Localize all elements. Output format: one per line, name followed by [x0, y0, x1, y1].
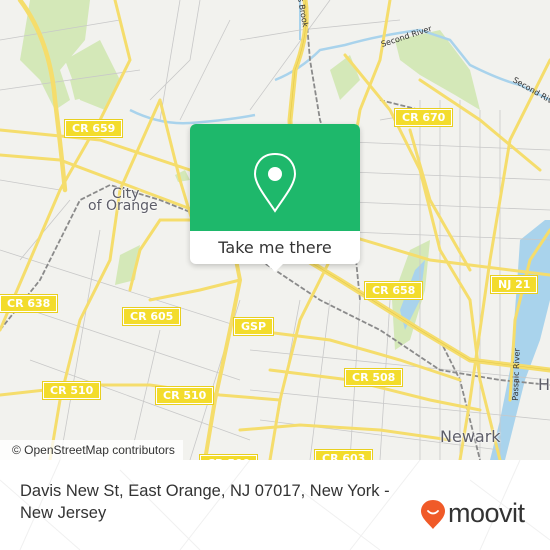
- road-shield-cr603: CR 603: [313, 449, 374, 460]
- address-text: Davis New St, East Orange, NJ 07017, New…: [20, 480, 420, 524]
- map-view[interactable]: City of Orange Newark Ha Second River Se…: [0, 0, 550, 460]
- road-shield-cr659: CR 659: [63, 119, 124, 138]
- take-me-there-button[interactable]: Take me there: [190, 231, 360, 264]
- road-shield-cr605: CR 605: [121, 307, 182, 326]
- map-attribution[interactable]: © OpenStreetMap contributors: [0, 440, 183, 461]
- map-pin-icon: [253, 152, 297, 213]
- popup-tail: [265, 262, 285, 272]
- rivers: [129, 0, 550, 125]
- road-shield-gsp: GSP: [232, 317, 275, 336]
- road-shield-cr508: CR 508: [343, 368, 404, 387]
- road-shield-nj21: NJ 21: [489, 275, 539, 294]
- newark-label: Newark: [440, 427, 501, 446]
- city-of-orange-label-2: of Orange: [88, 198, 158, 214]
- address-line-1: Davis New St, East Orange, NJ 07017, New…: [20, 482, 390, 500]
- road-shield-cr670: CR 670: [393, 108, 454, 127]
- moovit-wordmark: moovit: [448, 498, 525, 528]
- road-shield-cr638: CR 638: [0, 294, 59, 313]
- passaic-river: [490, 220, 550, 460]
- road-shield-cr510-2: CR 510: [154, 386, 215, 405]
- road-shield-cr658: CR 658: [363, 281, 424, 300]
- address-line-2: New Jersey: [20, 504, 107, 522]
- location-popup[interactable]: Take me there: [190, 124, 360, 272]
- popup-header: [190, 124, 360, 231]
- harrison-label: Ha: [538, 375, 550, 394]
- road-shield-cr510: CR 510: [41, 381, 102, 400]
- passaic-river-label: Passaic River: [510, 348, 522, 401]
- moovit-pin-icon: [421, 500, 445, 529]
